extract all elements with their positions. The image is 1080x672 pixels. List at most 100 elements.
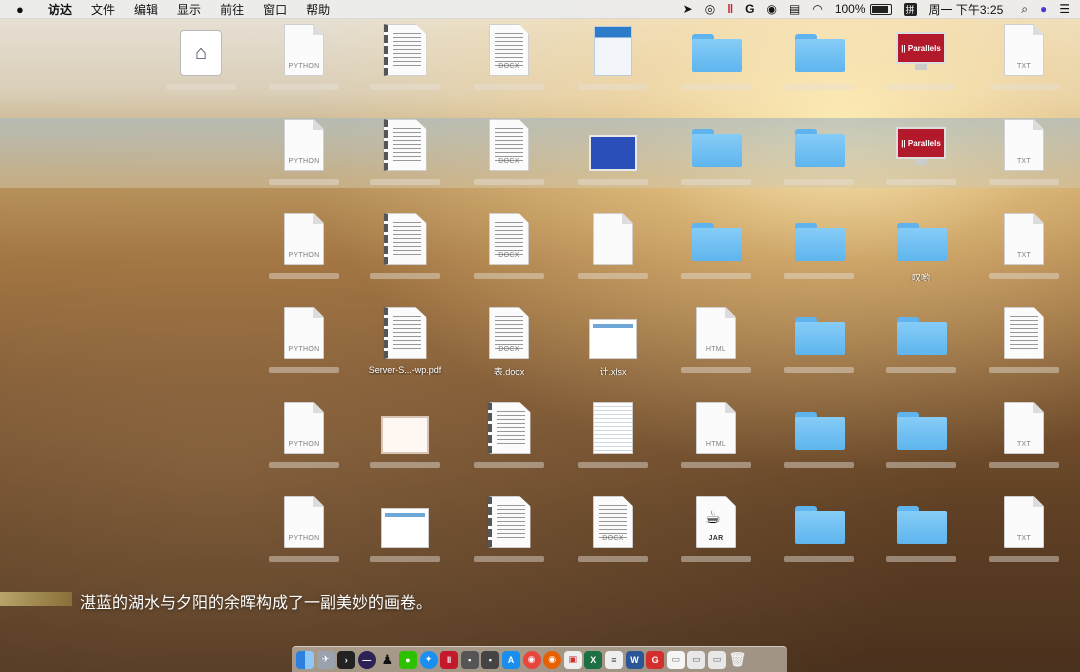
notes-icon[interactable]: ≡ xyxy=(604,650,623,669)
desktop-file-txt[interactable]: TXT xyxy=(979,213,1069,301)
desktop-file-html[interactable]: HTML xyxy=(671,402,761,490)
preview-icon[interactable]: ▣ xyxy=(563,650,582,669)
txt-file-icon: TXT xyxy=(1004,24,1044,76)
folder-icon xyxy=(897,506,947,544)
desktop-folder[interactable] xyxy=(671,121,761,207)
desktop-folder[interactable] xyxy=(671,215,761,301)
doc-file-icon xyxy=(1004,307,1044,359)
eclipse-icon[interactable]: — xyxy=(357,650,376,669)
desktop-file-blank[interactable] xyxy=(568,213,658,301)
folder-icon xyxy=(692,129,742,167)
desktop-file-python[interactable]: PYTHON xyxy=(259,307,349,395)
trash-icon[interactable]: 🗑 xyxy=(728,651,747,669)
desktop-folder[interactable] xyxy=(671,26,761,112)
blank-file-icon xyxy=(593,213,633,265)
desktop-file-screenshot[interactable] xyxy=(568,121,658,207)
desktop-folder[interactable] xyxy=(774,498,864,584)
terminal-icon[interactable]: › xyxy=(337,650,356,669)
vm-screen-icon[interactable]: ▪ xyxy=(481,650,500,669)
desktop-file-pdf[interactable] xyxy=(360,119,450,207)
pdf-file-icon xyxy=(383,24,427,76)
file-label: 表.docx xyxy=(493,367,525,375)
pdf-file-icon xyxy=(383,119,427,171)
desktop-folder[interactable] xyxy=(774,26,864,112)
spreadsheet-file-icon xyxy=(593,402,633,454)
folder-icon xyxy=(795,34,845,72)
desktop-file-poster[interactable] xyxy=(568,26,658,112)
desktop-file-doc[interactable] xyxy=(979,307,1069,395)
desktop-file-python[interactable]: PYTHON xyxy=(259,402,349,490)
parallels-vm-icon: || Parallels xyxy=(896,127,946,171)
downloads-icon[interactable]: ▭ xyxy=(687,650,706,669)
desktop-parallels-vm[interactable]: || Parallels xyxy=(876,121,966,207)
desktop-folder[interactable] xyxy=(876,309,966,395)
python-file-icon: PYTHON xyxy=(284,402,324,454)
desktop-file-jar[interactable]: ☕ JAR xyxy=(671,496,761,584)
desktop-app-icon[interactable]: ⌂ xyxy=(156,26,246,112)
pdf-file-icon xyxy=(383,307,427,359)
desktop-file-python[interactable]: PYTHON xyxy=(259,496,349,584)
desktop-file-xlsx[interactable]: 计.xlsx xyxy=(568,309,658,395)
desktop-folder[interactable] xyxy=(876,404,966,490)
python-file-icon: PYTHON xyxy=(284,119,324,171)
qq-icon[interactable]: ♟ xyxy=(378,651,396,669)
desktop-folder[interactable] xyxy=(774,121,864,207)
desktop-file-docx[interactable]: DOCX xyxy=(568,496,658,584)
word-icon[interactable]: W xyxy=(625,650,644,669)
parallels-dock-icon[interactable]: ‖ xyxy=(440,650,459,669)
desktop-folder-aiyo[interactable]: 叹哟 xyxy=(876,215,966,301)
chrome-icon[interactable]: ◉ xyxy=(522,650,541,669)
desktop-file-pdf[interactable] xyxy=(464,496,554,584)
desktop-file-txt[interactable]: TXT xyxy=(979,119,1069,207)
desktop-file-docx[interactable]: DOCX 表.docx xyxy=(464,307,554,395)
desktop-parallels-vm[interactable]: || Parallels xyxy=(876,26,966,112)
desktop-file-pdf[interactable]: Server-S...-wp.pdf xyxy=(360,307,450,395)
desktop-file-python[interactable]: PYTHON xyxy=(259,24,349,112)
desktop-file-html[interactable]: HTML xyxy=(671,307,761,395)
desktop-file-txt[interactable]: TXT xyxy=(979,402,1069,490)
document-icon[interactable]: ▭ xyxy=(666,650,685,669)
safari-icon[interactable]: ✦ xyxy=(419,650,438,669)
html-file-icon: HTML xyxy=(696,307,736,359)
txt-file-icon: TXT xyxy=(1004,496,1044,548)
desktop-file-python[interactable]: PYTHON xyxy=(259,213,349,301)
python-file-icon: PYTHON xyxy=(284,496,324,548)
desktop-folder[interactable] xyxy=(774,404,864,490)
desktop-file-docx[interactable]: DOCX xyxy=(464,24,554,112)
desktop-icons: ⌂ PYTHON DOCX || Parallels TXT PYTHON DO… xyxy=(0,0,1080,672)
desktop-file-certificate[interactable] xyxy=(360,404,450,490)
txt-file-icon: TXT xyxy=(1004,402,1044,454)
python-file-icon: PYTHON xyxy=(284,24,324,76)
app-store-icon[interactable]: A xyxy=(501,650,520,669)
finder-icon[interactable] xyxy=(296,650,314,669)
folder-icon xyxy=(795,317,845,355)
certificate-image-icon xyxy=(381,416,429,454)
desktop-file-window-screenshot[interactable] xyxy=(360,498,450,584)
desktop-file-txt[interactable]: TXT xyxy=(979,24,1069,112)
desktop-file-python[interactable]: PYTHON xyxy=(259,119,349,207)
file-label: 计.xlsx xyxy=(599,367,627,375)
desktop-file-pdf[interactable] xyxy=(360,213,450,301)
desktop-file-docx[interactable]: DOCX xyxy=(464,213,554,301)
desktop-folder[interactable] xyxy=(774,215,864,301)
desktop-file-txt[interactable]: TXT xyxy=(979,496,1069,584)
sync-app-icon[interactable]: G xyxy=(646,650,665,669)
docx-file-icon: DOCX xyxy=(489,24,529,76)
windows-vm-icon[interactable]: ▪ xyxy=(460,650,479,669)
desktop-file-pdf[interactable] xyxy=(464,402,554,490)
firefox-icon[interactable]: ◉ xyxy=(543,650,562,669)
docx-file-icon: DOCX xyxy=(489,307,529,359)
desktop-file-docx[interactable]: DOCX xyxy=(464,119,554,207)
folder-icon xyxy=(795,506,845,544)
desktop-folder[interactable] xyxy=(774,309,864,395)
desktop-file-pdf[interactable] xyxy=(360,24,450,112)
pdf-file-icon xyxy=(383,213,427,265)
wallpaper-caption: 湛蓝的湖水与夕阳的余晖构成了一副美妙的画卷。 xyxy=(80,593,433,612)
desktop-file-sheet[interactable] xyxy=(568,402,658,490)
wechat-icon[interactable]: ● xyxy=(398,650,417,669)
folder-icon xyxy=(897,223,947,261)
desktop-folder[interactable] xyxy=(876,498,966,584)
launchpad-icon[interactable]: ✈ xyxy=(316,650,335,669)
window-stack-icon[interactable]: ▭ xyxy=(707,650,726,669)
excel-icon[interactable]: X xyxy=(584,650,603,669)
